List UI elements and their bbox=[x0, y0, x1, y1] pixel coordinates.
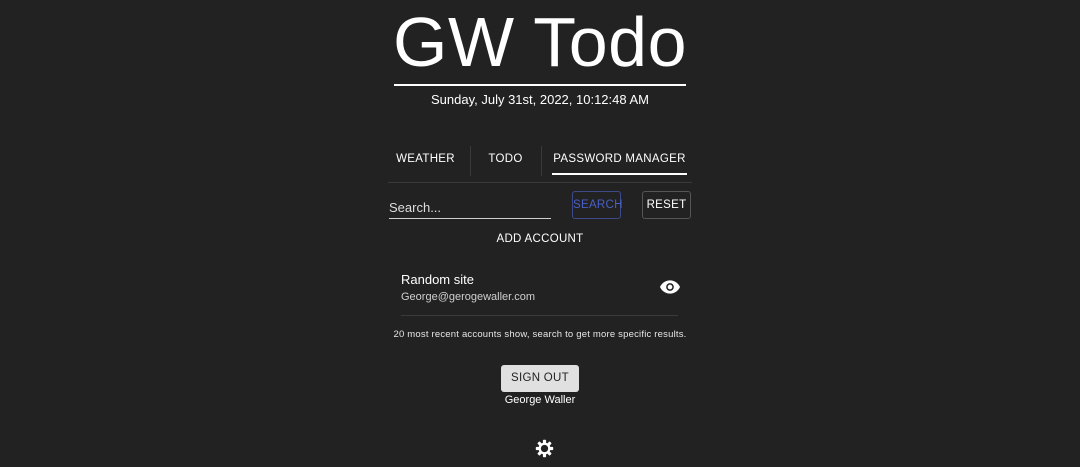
tab-divider bbox=[541, 146, 542, 176]
account-email: George@gerogewaller.com bbox=[401, 291, 536, 303]
search-button[interactable]: SEARCH bbox=[572, 191, 622, 219]
user-name: George Waller bbox=[504, 394, 576, 406]
tab-divider bbox=[470, 146, 471, 176]
tab-weather[interactable]: WEATHER bbox=[388, 146, 463, 174]
account-name: Random site bbox=[401, 272, 474, 287]
reset-button[interactable]: RESET bbox=[642, 191, 691, 219]
eye-icon[interactable] bbox=[660, 280, 680, 294]
tab-todo[interactable]: TODO bbox=[478, 146, 533, 174]
title-underline bbox=[394, 84, 686, 86]
tab-password-manager[interactable]: PASSWORD MANAGER bbox=[552, 146, 687, 175]
account-list-item[interactable]: Random site George@gerogewaller.com bbox=[401, 266, 680, 316]
settings-icon[interactable] bbox=[535, 439, 554, 458]
tab-bar: WEATHER TODO PASSWORD MANAGER bbox=[388, 146, 692, 183]
search-input[interactable] bbox=[389, 196, 551, 219]
app-title: GW Todo bbox=[393, 3, 687, 81]
current-datetime: Sunday, July 31st, 2022, 10:12:48 AM bbox=[430, 92, 650, 107]
accounts-info-note: 20 most recent accounts show, search to … bbox=[393, 329, 687, 340]
sign-out-button[interactable]: SIGN OUT bbox=[501, 365, 579, 392]
add-account-button[interactable]: ADD ACCOUNT bbox=[0, 233, 1080, 245]
